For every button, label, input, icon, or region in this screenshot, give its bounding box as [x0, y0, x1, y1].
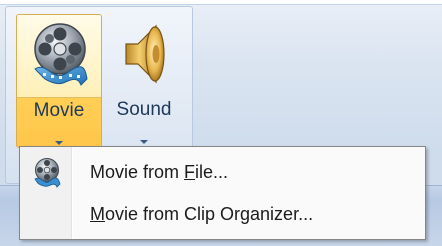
insert-movie-menu: Movie from File... Movie from Clip Organ… [19, 146, 426, 240]
ribbon-top-edge [0, 0, 442, 5]
menu-item-movie-from-clip-organizer[interactable]: Movie from Clip Organizer... [22, 195, 423, 235]
sound-button-label[interactable]: Sound [104, 99, 184, 121]
movie-button[interactable]: Movie [16, 14, 102, 148]
chevron-down-icon[interactable] [55, 141, 63, 145]
film-reel-icon [29, 21, 91, 96]
menu-item-label[interactable]: Movie from Clip Organizer... [90, 204, 313, 225]
menu-item-movie-from-file[interactable]: Movie from File... [22, 153, 423, 193]
film-reel-icon [32, 157, 62, 194]
speaker-icon [118, 18, 172, 97]
movie-button-label[interactable]: Movie [17, 100, 101, 122]
movie-button-icon-area[interactable] [17, 15, 101, 98]
chevron-down-icon[interactable] [140, 140, 148, 144]
menu-item-label[interactable]: Movie from File... [90, 162, 228, 183]
sound-button[interactable]: Sound [104, 14, 184, 148]
